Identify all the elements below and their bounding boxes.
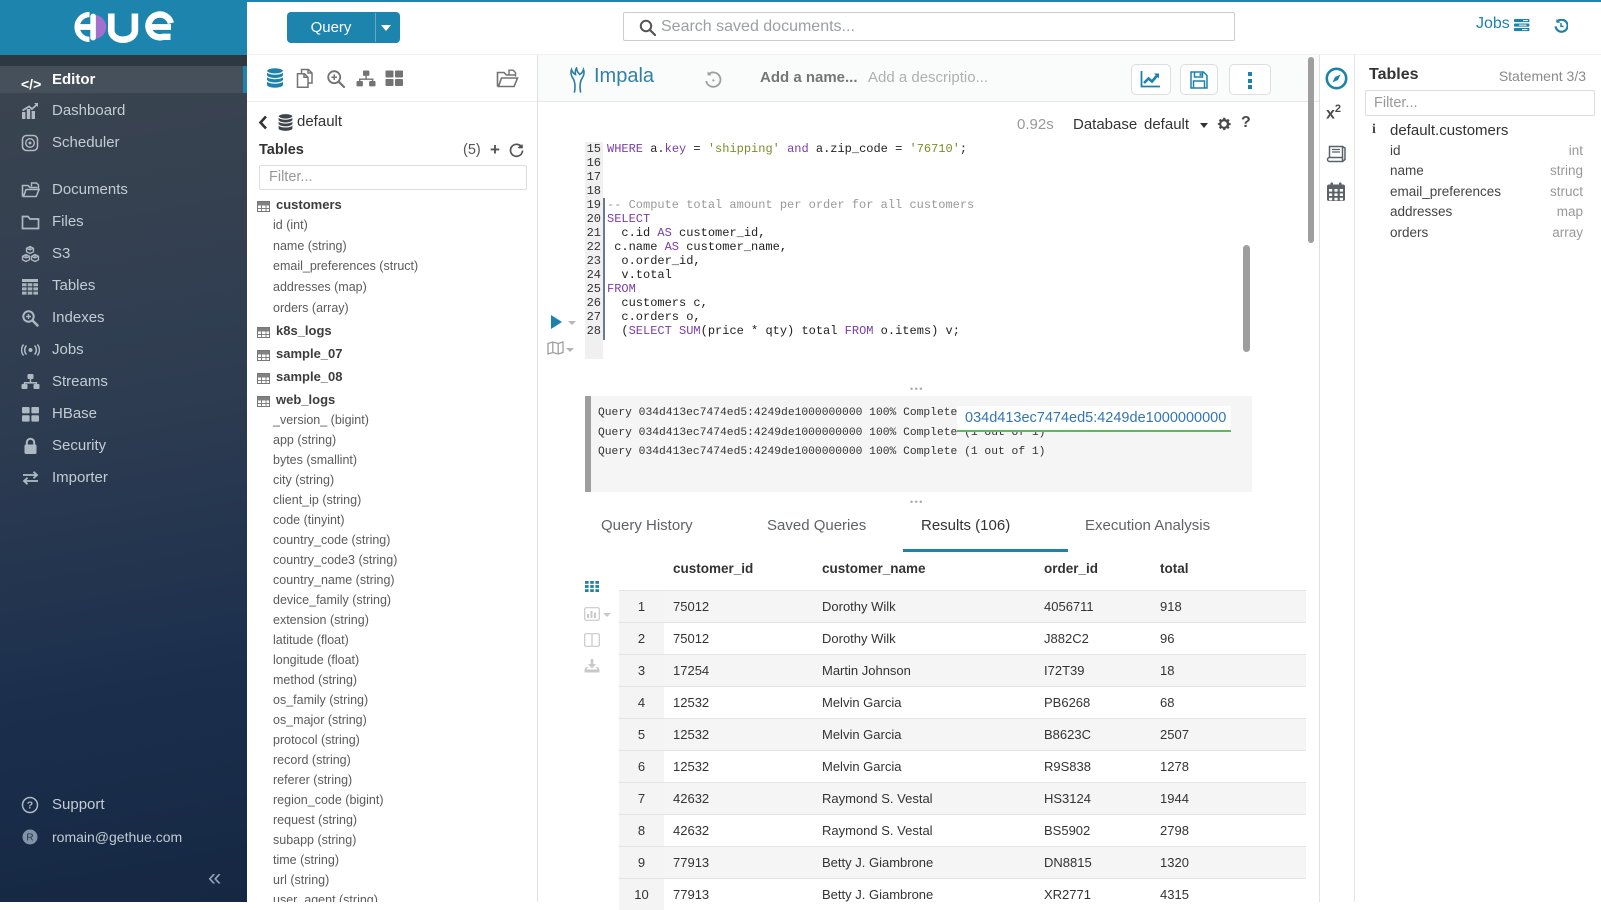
svg-text:R: R	[26, 833, 33, 844]
svg-text:?: ?	[27, 800, 33, 812]
